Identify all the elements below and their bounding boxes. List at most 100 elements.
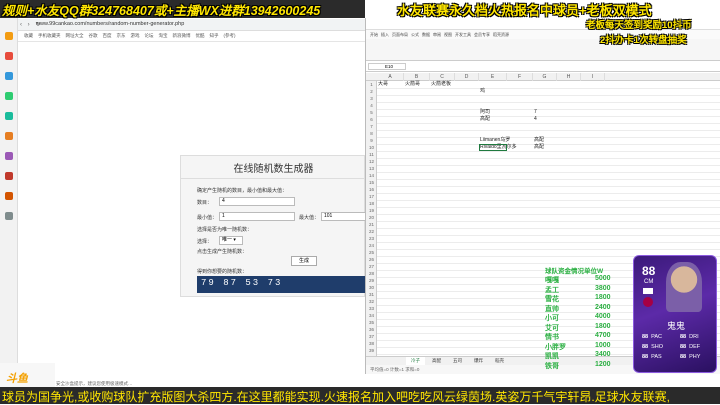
ribbon-tab[interactable]: 审阅 — [433, 32, 441, 38]
gridline — [377, 186, 720, 187]
column-header[interactable]: A — [377, 73, 404, 81]
cell-e6[interactable]: 高配 — [480, 116, 490, 123]
bookmark-item[interactable]: 新浪微博 — [173, 33, 191, 39]
generate-button[interactable]: 生成 — [291, 256, 317, 266]
sheet-tab[interactable]: 高配 — [427, 357, 446, 365]
bookmark-item[interactable]: 网址大全 — [66, 33, 84, 39]
video-icon[interactable] — [5, 152, 13, 160]
unique-select[interactable]: 唯一 ▾ — [219, 236, 243, 245]
bookmark-item[interactable]: 淘宝 — [159, 33, 168, 39]
card-stat: 88 PAC — [642, 334, 662, 340]
url-text[interactable]: www.99cankao.com/numbers/random-number-g… — [36, 21, 184, 27]
calendar-icon[interactable] — [5, 112, 13, 120]
column-header[interactable]: I — [581, 73, 605, 81]
ribbon-tab[interactable]: 开始 — [370, 32, 378, 38]
gridline — [377, 179, 720, 180]
gridline — [377, 123, 720, 124]
sheet-tab[interactable]: 爆炸 — [469, 357, 488, 365]
cell-e5[interactable]: 阿司 — [480, 109, 490, 116]
bookmark-item[interactable]: 百度 — [103, 33, 112, 39]
card-stat: 88 SHO — [642, 344, 663, 350]
browser-sidebar — [0, 18, 18, 363]
tool-icon[interactable] — [5, 212, 13, 220]
cell-g5[interactable]: 7 — [534, 109, 537, 116]
shop-icon[interactable] — [5, 132, 13, 140]
column-header[interactable]: G — [533, 73, 557, 81]
ribbon-tab[interactable]: 会员专享 — [474, 32, 490, 38]
min-input[interactable]: 1 — [219, 212, 295, 221]
select-value: 唯一 — [222, 237, 233, 243]
gridline — [377, 88, 720, 89]
card-stat: 88 PHY — [680, 354, 700, 360]
bookmark-item[interactable]: 谷歌 — [89, 33, 98, 39]
cell-b1[interactable]: 火箭哥 — [405, 81, 420, 88]
cell-g9[interactable]: 高配 — [534, 137, 544, 144]
cell-e9[interactable]: Liimanen乌罗 — [480, 137, 510, 144]
game-icon[interactable] — [5, 92, 13, 100]
funding-name: 孟工 — [545, 286, 559, 294]
bookmark-item[interactable]: 知乎 — [210, 33, 219, 39]
ribbon-tab[interactable]: 插入 — [381, 32, 389, 38]
gridline — [377, 200, 720, 201]
card-player-name: 鬼鬼 — [666, 321, 685, 331]
cell-g6[interactable]: 4 — [534, 116, 537, 123]
player-card: 88 CM 鬼鬼 88 PAC 88 SHO 88 PAS 88 DRI 88 DEF 88 PHY — [633, 255, 717, 373]
gridline — [377, 158, 720, 159]
bookmark-item[interactable]: 手机收藏夹 — [38, 33, 61, 39]
ticker-bar: 球员为国争光,或收购球队扩充版图大杀四方.在这里都能实现.火速报名加入吧吃吃风云… — [0, 387, 720, 404]
sheet-tab[interactable]: 稻壳 — [490, 357, 509, 365]
card-stat-value: 88 — [642, 334, 649, 340]
ticker-text: 球员为国争光,或收购球队扩充版图大杀四方.在这里都能实现.火速报名加入吧吃吃风云… — [2, 390, 671, 404]
card-stat-label: PAC — [651, 334, 663, 340]
bag-icon[interactable] — [5, 192, 13, 200]
column-header[interactable]: D — [455, 73, 479, 81]
card-stat: 88 PAS — [642, 354, 662, 360]
funding-name: 铁哥 — [545, 362, 559, 370]
sheet-tab[interactable]: 冷子 — [406, 357, 425, 365]
funding-name: 情书 — [545, 334, 559, 341]
bookmark-item[interactable]: 论坛 — [145, 33, 154, 39]
select-label: 选择： — [197, 239, 213, 245]
star-icon[interactable] — [5, 32, 13, 40]
weibo-icon[interactable] — [5, 52, 13, 60]
ribbon-tab[interactable]: 视图 — [444, 32, 452, 38]
bookmark-item[interactable]: 游戏 — [131, 33, 140, 39]
bookmark-item[interactable]: 优酷 — [196, 33, 205, 39]
cell-g10[interactable]: 高配 — [534, 144, 544, 151]
cell-e2[interactable]: 鸡 — [480, 88, 485, 95]
funding-amount: 5000 — [595, 275, 611, 282]
ribbon-tab[interactable]: 开发工具 — [455, 32, 471, 38]
gridline — [377, 95, 720, 96]
cell-c1[interactable]: 火箭老板 — [431, 81, 451, 88]
flag-icon — [643, 288, 653, 294]
sheet-tab[interactable]: 五司 — [448, 357, 467, 365]
mail-icon[interactable] — [5, 72, 13, 80]
min-label: 最小值： — [197, 215, 218, 221]
max-input[interactable]: 101 — [321, 212, 366, 221]
formula-bar[interactable]: E10 — [366, 61, 720, 72]
column-header[interactable]: E — [479, 73, 507, 81]
name-box[interactable]: E10 — [368, 63, 406, 70]
funding-name: 艾可 — [545, 324, 559, 332]
bookmark-item[interactable]: 收藏 — [24, 33, 33, 39]
card-stat-value: 88 — [680, 344, 687, 350]
card-stat-value: 88 — [642, 354, 649, 360]
count-input[interactable]: 4 — [219, 197, 295, 206]
column-header[interactable]: H — [557, 73, 581, 81]
column-header[interactable]: F — [507, 73, 533, 81]
cell-a1[interactable]: 大哥 — [378, 81, 388, 88]
gridline — [377, 116, 720, 117]
overlay-signin: 老板每天签到奖励10抖币 — [586, 20, 692, 31]
gift-icon[interactable] — [5, 172, 13, 180]
gridline — [377, 193, 720, 194]
column-header[interactable]: B — [404, 73, 430, 81]
column-header[interactable]: C — [430, 73, 455, 81]
ribbon-tab[interactable]: 数据 — [422, 32, 430, 38]
ribbon-tab[interactable]: 公式 — [411, 32, 419, 38]
ribbon-tab[interactable]: 页面布局 — [392, 32, 408, 38]
address-bar[interactable]: ‹ › ↻ www.99cankao.com/numbers/random-nu… — [18, 19, 365, 31]
bookmark-item[interactable]: (参考) — [224, 33, 236, 39]
bookmark-item[interactable]: 京东 — [117, 33, 126, 39]
ribbon-tab[interactable]: 稻壳资源 — [493, 32, 509, 38]
funding-amount: 1800 — [595, 322, 611, 330]
